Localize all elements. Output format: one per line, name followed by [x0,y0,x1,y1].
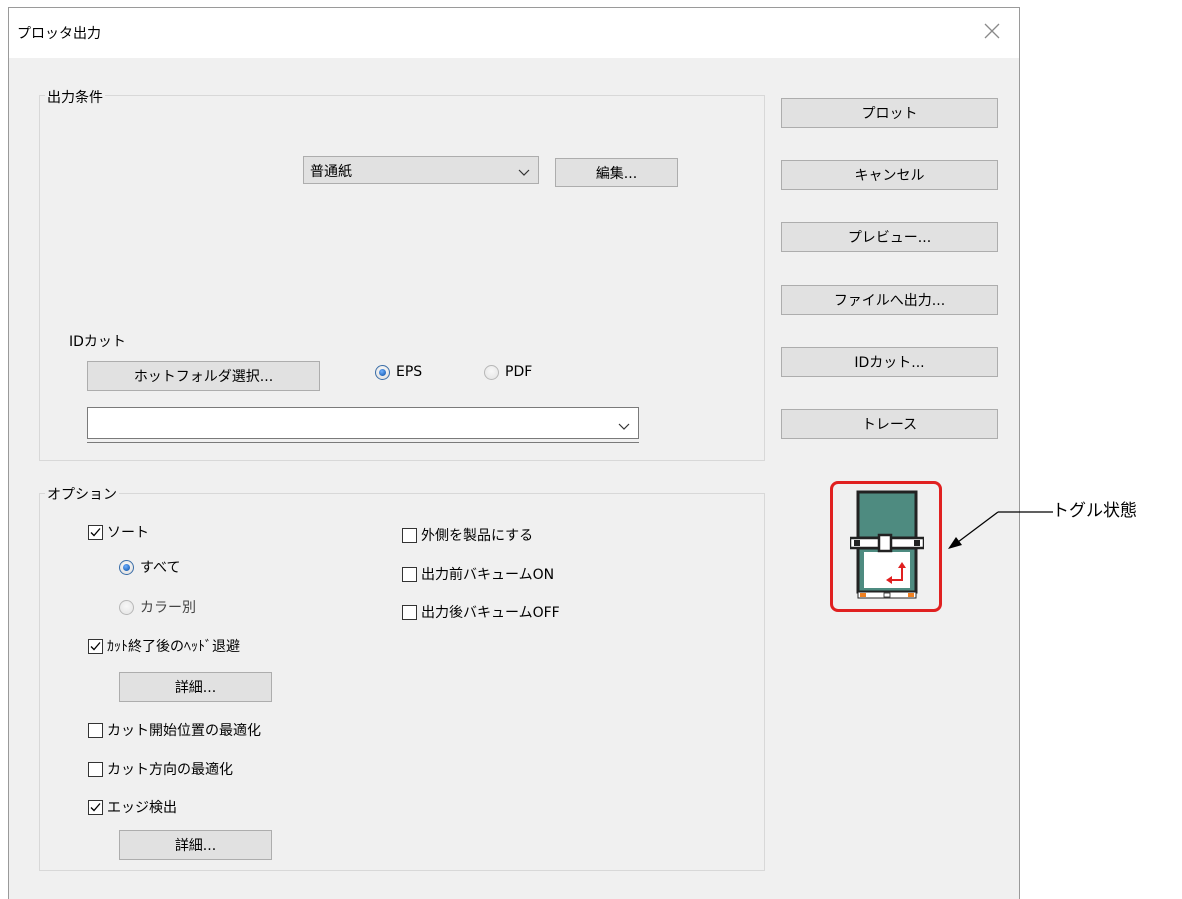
checkbox-box[interactable] [402,527,417,543]
checkbox-box[interactable] [88,799,103,815]
radio-pdf-indicator[interactable] [484,364,499,380]
radio-sort-all[interactable]: すべて [119,557,180,577]
head-retract-detail-button[interactable]: 詳細... [119,672,272,702]
checkbox-box[interactable] [402,566,417,582]
radio-sort-by-color-indicator[interactable] [119,599,134,615]
preview-button[interactable]: プレビュー... [781,222,998,252]
options-label: オプション [45,484,119,504]
vacuum-off-after-label: 出力後バキュームOFF [421,605,560,621]
hot-folder-select-button[interactable]: ホットフォルダ選択... [87,361,320,391]
sort-checkbox[interactable]: ソート [88,522,149,542]
cancel-button[interactable]: キャンセル [781,160,998,190]
radio-eps[interactable]: EPS [375,364,422,380]
vacuum-off-after-checkbox[interactable]: 出力後バキュームOFF [402,602,560,622]
edit-button[interactable]: 編集... [555,158,678,187]
checkbox-box[interactable] [402,604,417,620]
window-title: プロッタ出力 [17,26,101,42]
toggle-state-callout: トグル状態 [1052,501,1137,521]
radio-eps-label: EPS [396,364,423,380]
id-cut-label: IDカット [69,334,126,350]
paper-select[interactable]: 普通紙 [303,156,539,184]
edge-detect-checkbox[interactable]: エッジ検出 [88,797,177,817]
cut-direction-optimize-label: カット方向の最適化 [107,762,233,778]
outside-as-product-label: 外側を製品にする [421,528,534,544]
cut-start-optimize-label: カット開始位置の最適化 [107,723,261,739]
callout-arrow-icon [948,511,1053,549]
close-icon[interactable] [981,20,1003,42]
cut-start-optimize-checkbox[interactable]: カット開始位置の最適化 [88,720,261,740]
radio-sort-all-label: すべて [140,560,181,576]
radio-pdf[interactable]: PDF [484,364,532,380]
vacuum-on-before-label: 出力前バキュームON [421,567,555,583]
id-cut-button[interactable]: IDカット... [781,347,998,377]
paper-select-value: 普通紙 [310,164,352,180]
radio-pdf-label: PDF [505,364,533,380]
radio-sort-all-indicator[interactable] [119,559,134,575]
output-conditions-label: 出力条件 [45,87,105,107]
checkbox-box[interactable] [88,524,103,540]
checkbox-box[interactable] [88,722,103,738]
plot-button[interactable]: プロット [781,98,998,128]
radio-sort-by-color-label: カラー別 [140,600,196,616]
checkbox-box[interactable] [88,638,103,654]
head-retract-label: ｶｯﾄ終了後のﾍｯﾄﾞ退避 [107,639,240,655]
plotter-toggle-icon[interactable] [848,490,926,606]
radio-sort-by-color[interactable]: カラー別 [119,597,196,617]
head-retract-checkbox[interactable]: ｶｯﾄ終了後のﾍｯﾄﾞ退避 [88,636,240,656]
checkbox-box[interactable] [88,761,103,777]
trace-button[interactable]: トレース [781,409,998,439]
sort-label: ソート [107,525,149,541]
edge-detect-label: エッジ検出 [107,800,177,816]
output-to-file-button[interactable]: ファイルへ出力... [781,285,998,315]
title-bar: プロッタ出力 [9,8,1019,58]
hot-folder-path-combo[interactable] [87,407,639,439]
edge-detect-detail-button[interactable]: 詳細... [119,830,272,860]
radio-eps-indicator[interactable] [375,364,390,380]
vacuum-on-before-checkbox[interactable]: 出力前バキュームON [402,564,554,584]
combo-underline [87,439,639,443]
outside-as-product-checkbox[interactable]: 外側を製品にする [402,525,533,545]
chevron-down-icon [618,419,630,435]
cut-direction-optimize-checkbox[interactable]: カット方向の最適化 [88,759,233,779]
chevron-down-icon [518,165,530,181]
